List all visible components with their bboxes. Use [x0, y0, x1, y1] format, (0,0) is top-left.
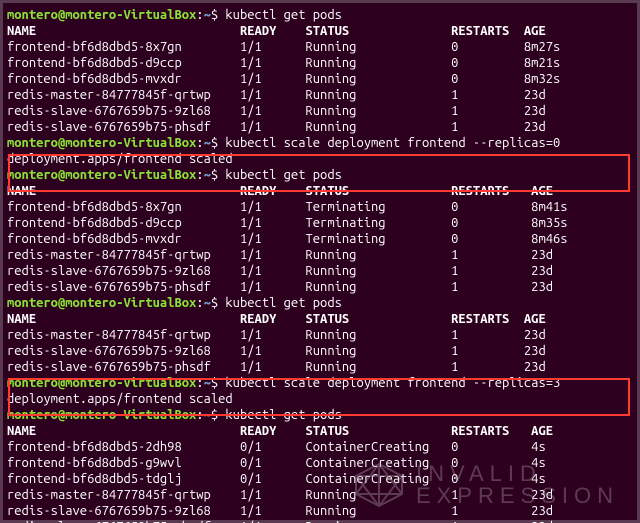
prompt-user: montero@montero-VirtualBox: [7, 408, 196, 422]
pods-header: NAME READY STATUS RESTARTS AGE: [7, 312, 546, 326]
prompt-path: ~: [204, 296, 211, 310]
pod-row: frontend-bf6d8dbd5-d9ccp 1/1 Running 0 8…: [7, 56, 560, 70]
command-text: kubectl get pods: [225, 8, 341, 22]
prompt-sep: :: [196, 296, 203, 310]
prompt-dollar: $: [211, 168, 226, 182]
pod-row: redis-slave-6767659b75-phsdf 1/1 Running…: [7, 360, 546, 374]
scale-response: deployment.apps/frontend scaled: [7, 392, 233, 406]
prompt-sep: :: [196, 408, 203, 422]
terminal-window[interactable]: montero@montero-VirtualBox:~$ kubectl ge…: [0, 0, 640, 523]
pod-row: frontend-bf6d8dbd5-2dh98 0/1 ContainerCr…: [7, 440, 546, 454]
prompt-user: montero@montero-VirtualBox: [7, 376, 196, 390]
pod-row: redis-slave-6767659b75-phsdf 1/1 Running…: [7, 280, 553, 294]
prompt-path: ~: [204, 8, 211, 22]
command-text: kubectl get pods: [225, 408, 341, 422]
pod-row: redis-master-84777845f-qrtwp 1/1 Running…: [7, 88, 546, 102]
prompt-dollar: $: [211, 136, 226, 150]
terminal-content[interactable]: montero@montero-VirtualBox:~$ kubectl ge…: [7, 7, 633, 523]
prompt-sep: :: [196, 376, 203, 390]
prompt-user: montero@montero-VirtualBox: [7, 296, 196, 310]
pod-row: frontend-bf6d8dbd5-8x7gn 1/1 Terminating…: [7, 200, 568, 214]
command-text: kubectl scale deployment frontend --repl…: [225, 376, 560, 390]
pod-row: frontend-bf6d8dbd5-mvxdr 1/1 Terminating…: [7, 232, 568, 246]
prompt-path: ~: [204, 136, 211, 150]
pod-row: redis-slave-6767659b75-9zl68 1/1 Running…: [7, 104, 546, 118]
prompt-user: montero@montero-VirtualBox: [7, 168, 196, 182]
prompt-path: ~: [204, 168, 211, 182]
prompt-dollar: $: [211, 376, 226, 390]
prompt-sep: :: [196, 136, 203, 150]
pod-row: redis-master-84777845f-qrtwp 1/1 Running…: [7, 248, 553, 262]
prompt-path: ~: [204, 408, 211, 422]
prompt-user: montero@montero-VirtualBox: [7, 8, 196, 22]
prompt-sep: :: [196, 168, 203, 182]
pod-row: redis-slave-6767659b75-9zl68 1/1 Running…: [7, 504, 553, 518]
pods-header: NAME READY STATUS RESTARTS AGE: [7, 24, 546, 38]
pod-row: redis-master-84777845f-qrtwp 1/1 Running…: [7, 328, 546, 342]
prompt-dollar: $: [211, 296, 226, 310]
pod-row: redis-slave-6767659b75-phsdf 1/1 Running…: [7, 120, 546, 134]
pod-row: redis-slave-6767659b75-9zl68 1/1 Running…: [7, 264, 553, 278]
prompt-user: montero@montero-VirtualBox: [7, 136, 196, 150]
pod-row: frontend-bf6d8dbd5-g9wvl 0/1 ContainerCr…: [7, 456, 546, 470]
pod-row: redis-master-84777845f-qrtwp 1/1 Running…: [7, 488, 553, 502]
command-text: kubectl get pods: [225, 168, 341, 182]
scale-response: deployment.apps/frontend scaled: [7, 152, 233, 166]
pod-row: frontend-bf6d8dbd5-mvxdr 1/1 Running 0 8…: [7, 72, 560, 86]
pod-row: frontend-bf6d8dbd5-tdglj 0/1 ContainerCr…: [7, 472, 546, 486]
pod-row: redis-slave-6767659b75-9zl68 1/1 Running…: [7, 344, 546, 358]
pod-row: frontend-bf6d8dbd5-8x7gn 1/1 Running 0 8…: [7, 40, 560, 54]
prompt-sep: :: [196, 8, 203, 22]
prompt-dollar: $: [211, 8, 226, 22]
command-text: kubectl get pods: [225, 296, 341, 310]
prompt-dollar: $: [211, 408, 226, 422]
pods-header: NAME READY STATUS RESTARTS AGE: [7, 424, 553, 438]
command-text: kubectl scale deployment frontend --repl…: [225, 136, 560, 150]
pod-row: frontend-bf6d8dbd5-d9ccp 1/1 Terminating…: [7, 216, 568, 230]
prompt-path: ~: [204, 376, 211, 390]
pods-header: NAME READY STATUS RESTARTS AGE: [7, 184, 553, 198]
